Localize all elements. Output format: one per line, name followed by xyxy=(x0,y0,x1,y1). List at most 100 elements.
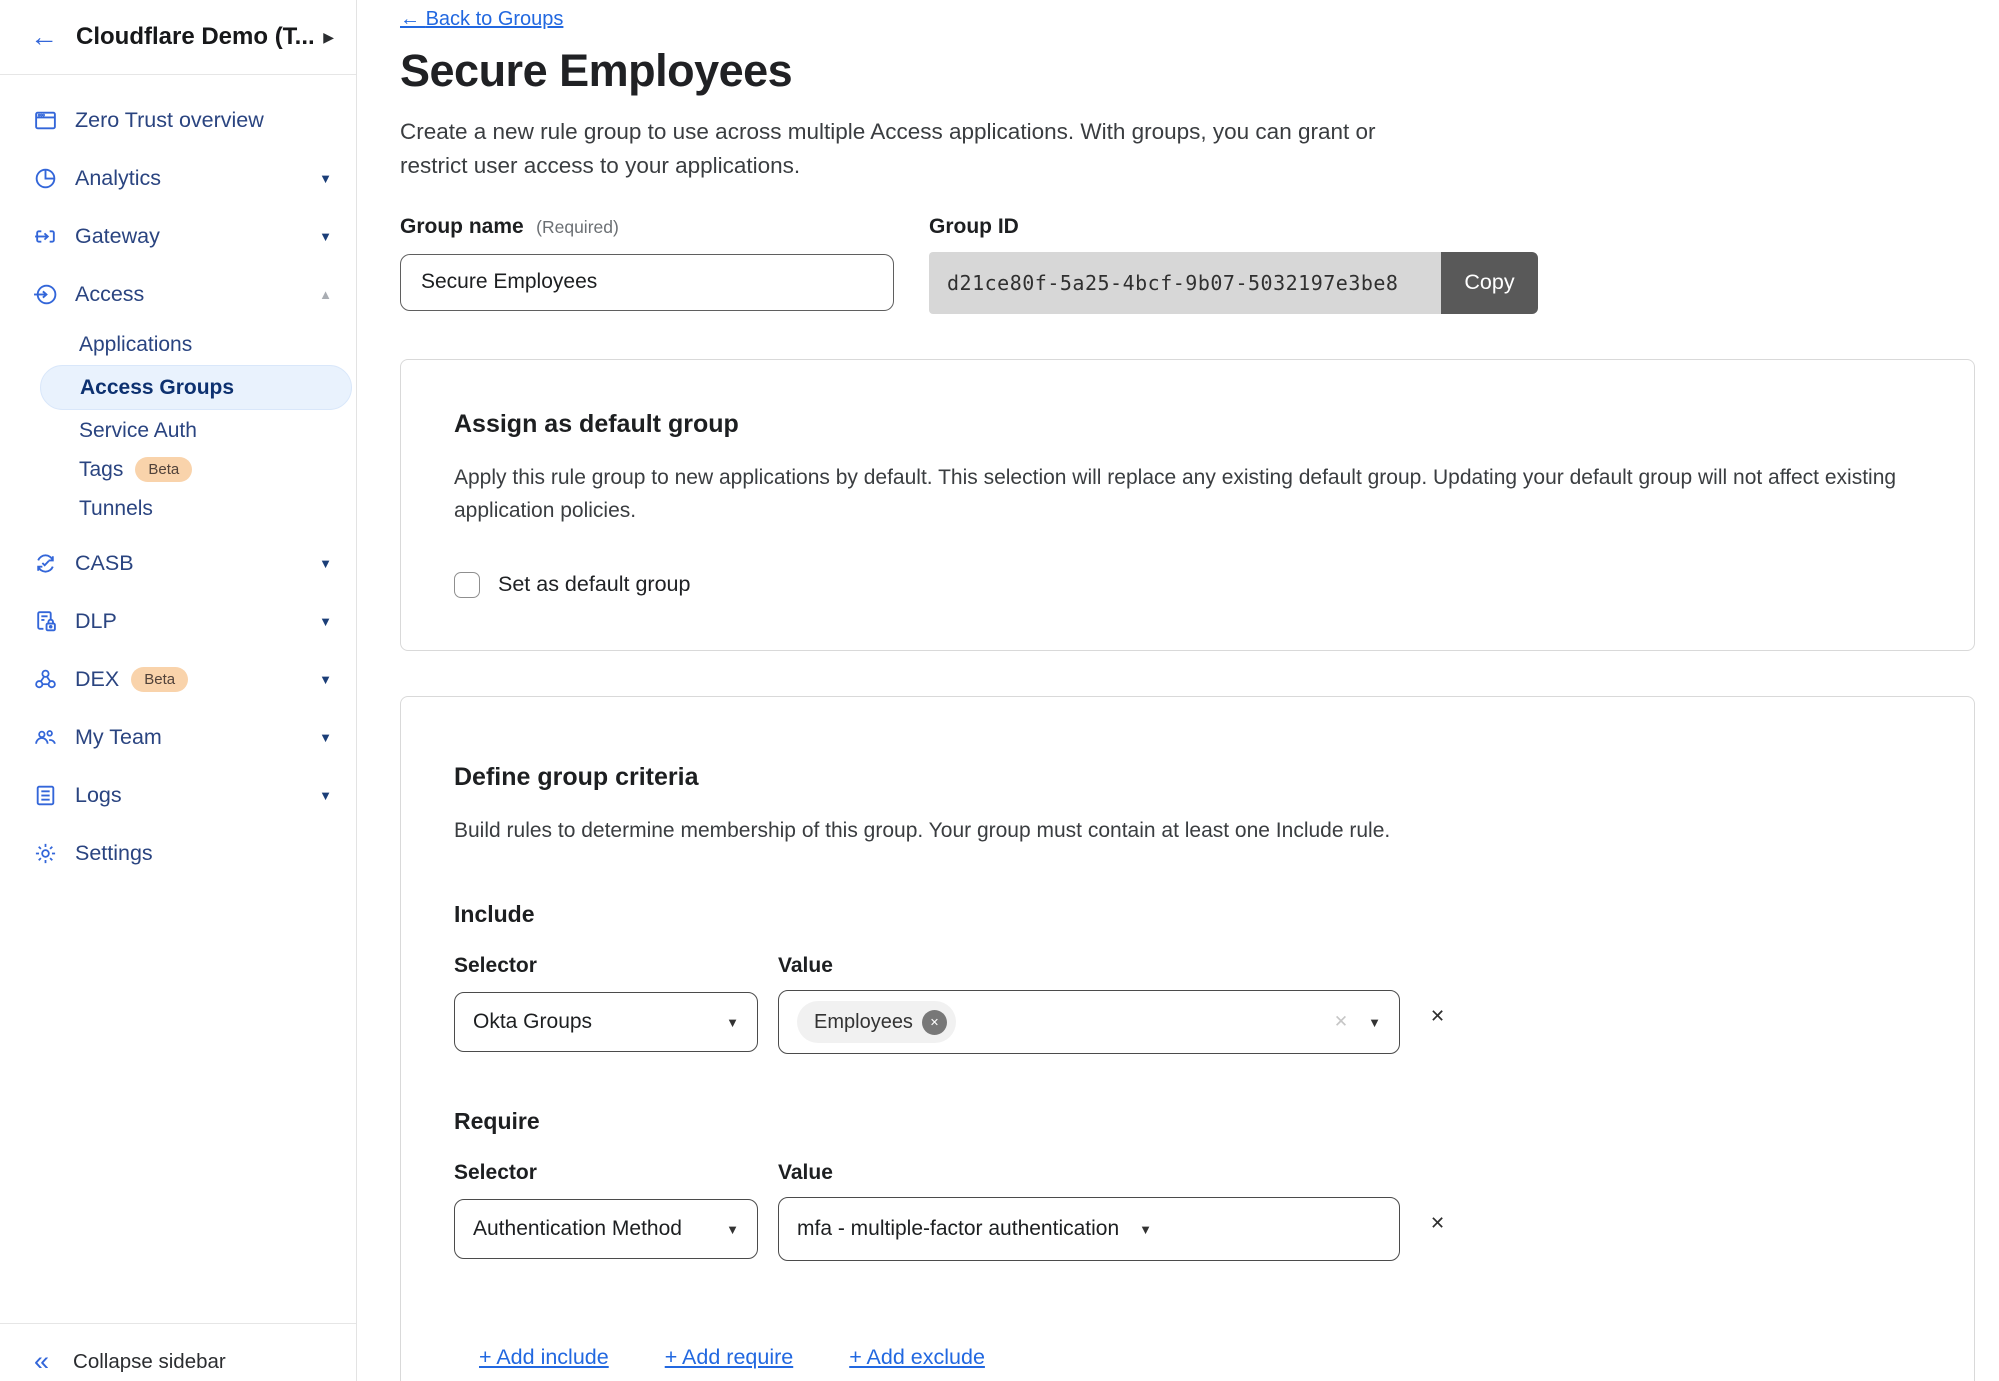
main-content: ← Back to Groups Secure Employees Create… xyxy=(357,0,1999,1381)
document-lock-icon xyxy=(33,609,58,634)
pie-chart-icon xyxy=(33,166,58,191)
gear-icon xyxy=(33,841,58,866)
set-default-group-checkbox[interactable] xyxy=(454,572,480,598)
set-default-group-label: Set as default group xyxy=(498,572,690,597)
sidebar-item-my-team[interactable]: My Team ▼ xyxy=(0,708,356,766)
sidebar-item-label: Zero Trust overview xyxy=(75,108,264,133)
sidebar-item-label: CASB xyxy=(75,551,134,576)
criteria-card-body: Build rules to determine membership of t… xyxy=(454,814,1918,848)
sidebar-header: ← Cloudflare Demo (T... ▶ xyxy=(0,0,356,75)
default-group-card: Assign as default group Apply this rule … xyxy=(400,359,1975,651)
caret-down-icon: ▼ xyxy=(319,171,332,186)
collapse-chevrons-icon: « xyxy=(34,1348,49,1375)
beta-badge: Beta xyxy=(135,457,192,482)
sidebar-item-logs[interactable]: Logs ▼ xyxy=(0,766,356,824)
include-selector-select[interactable]: Okta Groups ▼ xyxy=(454,992,758,1052)
add-include-link[interactable]: + Add include xyxy=(479,1345,609,1370)
caret-down-icon: ▼ xyxy=(319,556,332,571)
require-selector-value: Authentication Method xyxy=(473,1217,682,1241)
remove-require-rule-button[interactable]: ✕ xyxy=(1430,1213,1445,1234)
remove-include-rule-button[interactable]: ✕ xyxy=(1430,1006,1445,1027)
include-rule-row: Okta Groups ▼ Employees ✕ ✕ ▼ ✕ xyxy=(454,978,1918,1054)
caret-down-icon: ▼ xyxy=(726,1222,739,1237)
value-chip: Employees ✕ xyxy=(797,1001,956,1043)
team-people-icon xyxy=(33,725,58,750)
caret-down-icon: ▼ xyxy=(319,229,332,244)
gateway-icon xyxy=(33,224,58,249)
back-to-groups-link[interactable]: ← Back to Groups xyxy=(400,8,563,31)
sidebar-item-label: Analytics xyxy=(75,166,161,191)
group-id-value: d21ce80f-5a25-4bcf-9b07-5032197e3be8 xyxy=(929,252,1441,314)
sidebar: ← Cloudflare Demo (T... ▶ Zero Trust ove… xyxy=(0,0,357,1381)
casb-sync-check-icon xyxy=(33,551,58,576)
require-heading: Require xyxy=(454,1108,1918,1135)
sidebar-item-dlp[interactable]: DLP ▼ xyxy=(0,592,356,650)
collapse-sidebar-button[interactable]: « Collapse sidebar xyxy=(0,1323,356,1381)
sidebar-item-label: My Team xyxy=(75,725,162,750)
caret-down-icon: ▼ xyxy=(1139,1222,1152,1237)
network-nodes-icon xyxy=(33,667,58,692)
account-name[interactable]: Cloudflare Demo (T... xyxy=(76,23,315,51)
include-value-label: Value xyxy=(778,954,833,978)
sidebar-item-dex[interactable]: DEX Beta ▼ xyxy=(0,650,356,708)
collapse-label: Collapse sidebar xyxy=(73,1350,226,1374)
sidebar-item-label: DEX xyxy=(75,667,119,692)
set-default-group-row[interactable]: Set as default group xyxy=(454,572,1918,598)
caret-down-icon: ▼ xyxy=(319,788,332,803)
sidebar-item-label: Settings xyxy=(75,841,153,866)
criteria-card-title: Define group criteria xyxy=(454,763,1918,792)
caret-down-icon: ▼ xyxy=(319,730,332,745)
sidebar-item-label: Logs xyxy=(75,783,122,808)
require-selector-select[interactable]: Authentication Method ▼ xyxy=(454,1199,758,1259)
access-subnav: Applications Access Groups Service Auth … xyxy=(0,323,356,534)
sidebar-item-settings[interactable]: Settings xyxy=(0,824,356,882)
group-name-label: Group name xyxy=(400,215,524,238)
sidebar-item-label: DLP xyxy=(75,609,117,634)
sidebar-item-access-groups[interactable]: Access Groups xyxy=(40,365,352,410)
sidebar-item-access[interactable]: Access ▲ xyxy=(0,265,356,323)
group-name-input[interactable] xyxy=(400,254,894,311)
sidebar-item-tunnels[interactable]: Tunnels xyxy=(0,489,356,528)
access-login-icon xyxy=(33,282,58,307)
clear-values-icon[interactable]: ✕ xyxy=(1334,1012,1348,1032)
sidebar-item-zero-trust-overview[interactable]: Zero Trust overview xyxy=(0,91,356,149)
require-value-label: Value xyxy=(778,1161,833,1185)
add-exclude-link[interactable]: + Add exclude xyxy=(849,1345,985,1370)
group-name-id-row: Group name (Required) Group ID d21ce80f-… xyxy=(400,215,1999,314)
sidebar-item-tags[interactable]: Tags Beta xyxy=(0,450,356,489)
include-value-multiselect[interactable]: Employees ✕ ✕ ▼ xyxy=(778,990,1400,1054)
caret-down-icon: ▼ xyxy=(1368,1015,1381,1030)
chip-remove-icon[interactable]: ✕ xyxy=(922,1010,947,1035)
back-link-label: Back to Groups xyxy=(426,8,564,30)
criteria-card: Define group criteria Build rules to det… xyxy=(400,696,1975,1381)
required-hint: (Required) xyxy=(536,217,619,237)
group-id-label: Group ID xyxy=(929,215,1538,239)
sidebar-item-applications[interactable]: Applications xyxy=(0,325,356,364)
copy-button[interactable]: Copy xyxy=(1441,252,1538,314)
add-require-link[interactable]: + Add require xyxy=(665,1345,794,1370)
page-description: Create a new rule group to use across mu… xyxy=(400,115,1385,183)
page-title: Secure Employees xyxy=(400,45,1999,97)
sidebar-item-service-auth[interactable]: Service Auth xyxy=(0,411,356,450)
caret-down-icon: ▼ xyxy=(726,1015,739,1030)
sidebar-item-casb[interactable]: CASB ▼ xyxy=(0,534,356,592)
sidebar-nav: Zero Trust overview Analytics ▼ Gateway … xyxy=(0,75,356,882)
require-selector-label: Selector xyxy=(454,1161,778,1185)
back-arrow-icon[interactable]: ← xyxy=(30,23,58,51)
chevron-right-icon[interactable]: ▶ xyxy=(323,29,334,46)
add-rule-links: + Add include + Add require + Add exclud… xyxy=(479,1345,1918,1370)
caret-down-icon: ▼ xyxy=(319,614,332,629)
sidebar-item-analytics[interactable]: Analytics ▼ xyxy=(0,149,356,207)
include-selector-value: Okta Groups xyxy=(473,1010,592,1034)
require-rule-row: Authentication Method ▼ mfa - multiple-f… xyxy=(454,1185,1918,1261)
back-arrow-glyph: ← xyxy=(400,8,420,30)
default-group-card-body: Apply this rule group to new application… xyxy=(454,461,1918,528)
require-value-select[interactable]: mfa - multiple-factor authentication ▼ xyxy=(778,1197,1400,1261)
app-root: ← Cloudflare Demo (T... ▶ Zero Trust ove… xyxy=(0,0,1999,1381)
sidebar-item-label: Gateway xyxy=(75,224,160,249)
sidebar-item-gateway[interactable]: Gateway ▼ xyxy=(0,207,356,265)
beta-badge: Beta xyxy=(131,667,188,692)
include-selector-label: Selector xyxy=(454,954,778,978)
caret-up-icon: ▲ xyxy=(319,287,332,302)
default-group-card-title: Assign as default group xyxy=(454,410,1918,439)
